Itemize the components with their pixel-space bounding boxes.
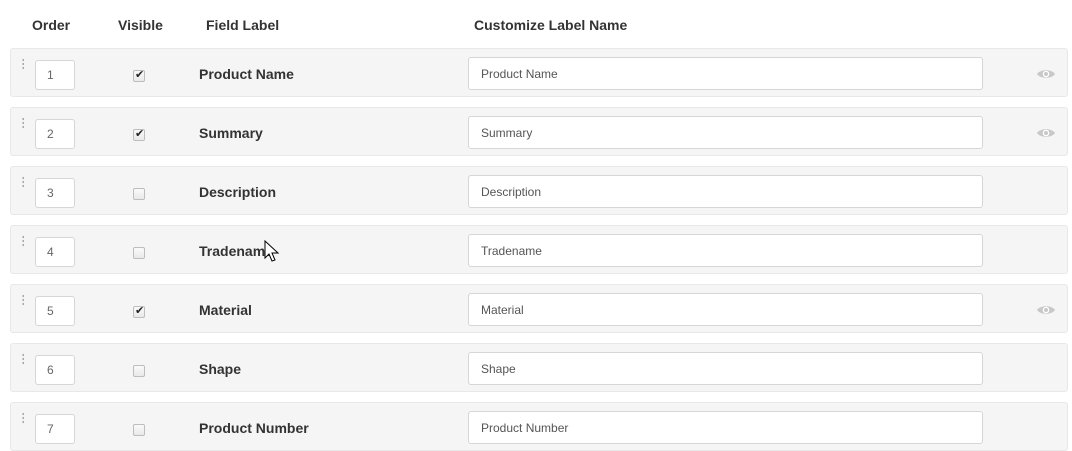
drag-handle-icon[interactable]	[22, 117, 24, 129]
order-input[interactable]	[35, 237, 75, 267]
drag-handle-icon[interactable]	[22, 294, 24, 306]
custom-label-input[interactable]	[468, 116, 983, 149]
order-input[interactable]	[35, 414, 75, 444]
order-input[interactable]	[35, 296, 75, 326]
drag-handle-icon[interactable]	[22, 353, 24, 365]
field-label: Shape	[199, 361, 242, 377]
drag-handle-icon[interactable]	[22, 235, 24, 247]
field-label: Product Name	[199, 66, 294, 82]
checkmark-icon: ✔	[135, 305, 145, 317]
table-row[interactable]: ✔ Material	[10, 284, 1068, 333]
table-row[interactable]: Product Number	[10, 402, 1068, 451]
field-label: Description	[199, 184, 277, 200]
field-label: Product Number	[199, 420, 309, 436]
table-header: Order Visible Field Label Customize Labe…	[0, 0, 1072, 48]
visible-checkbox[interactable]	[133, 247, 145, 259]
visible-checkbox[interactable]	[133, 424, 145, 436]
eye-icon[interactable]	[1036, 127, 1056, 139]
header-visible: Visible	[118, 17, 163, 33]
checkmark-icon: ✔	[135, 69, 145, 81]
drag-handle-icon[interactable]	[22, 412, 24, 424]
custom-label-input[interactable]	[468, 57, 983, 90]
checkmark-icon: ✔	[135, 128, 145, 140]
visible-checkbox[interactable]: ✔	[133, 128, 145, 141]
custom-label-input[interactable]	[468, 352, 983, 385]
drag-handle-icon[interactable]	[22, 58, 24, 70]
header-customize-label-name: Customize Label Name	[474, 17, 628, 33]
table-row[interactable]: ✔ Product Name	[10, 48, 1068, 97]
header-field-label: Field Label	[206, 17, 280, 33]
order-input[interactable]	[35, 355, 75, 385]
header-order: Order	[32, 17, 71, 33]
eye-icon[interactable]	[1036, 68, 1056, 80]
custom-label-input[interactable]	[468, 234, 983, 267]
order-input[interactable]	[35, 119, 75, 149]
field-label: Tradename	[199, 243, 273, 259]
table-row[interactable]: ✔ Summary	[10, 107, 1068, 156]
custom-label-input[interactable]	[468, 293, 983, 326]
field-label: Material	[199, 302, 252, 318]
order-input[interactable]	[35, 178, 75, 208]
drag-handle-icon[interactable]	[22, 176, 24, 188]
custom-label-input[interactable]	[468, 175, 983, 208]
visible-checkbox[interactable]: ✔	[133, 69, 145, 82]
field-label: Summary	[199, 125, 263, 141]
table-row[interactable]: Shape	[10, 343, 1068, 392]
table-row[interactable]: Tradename	[10, 225, 1068, 274]
custom-label-input[interactable]	[468, 411, 983, 444]
visible-checkbox[interactable]: ✔	[133, 305, 145, 318]
order-input[interactable]	[35, 60, 75, 90]
visible-checkbox[interactable]	[133, 365, 145, 377]
visible-checkbox[interactable]	[133, 188, 145, 200]
eye-icon[interactable]	[1036, 304, 1056, 316]
table-row[interactable]: Description	[10, 166, 1068, 215]
